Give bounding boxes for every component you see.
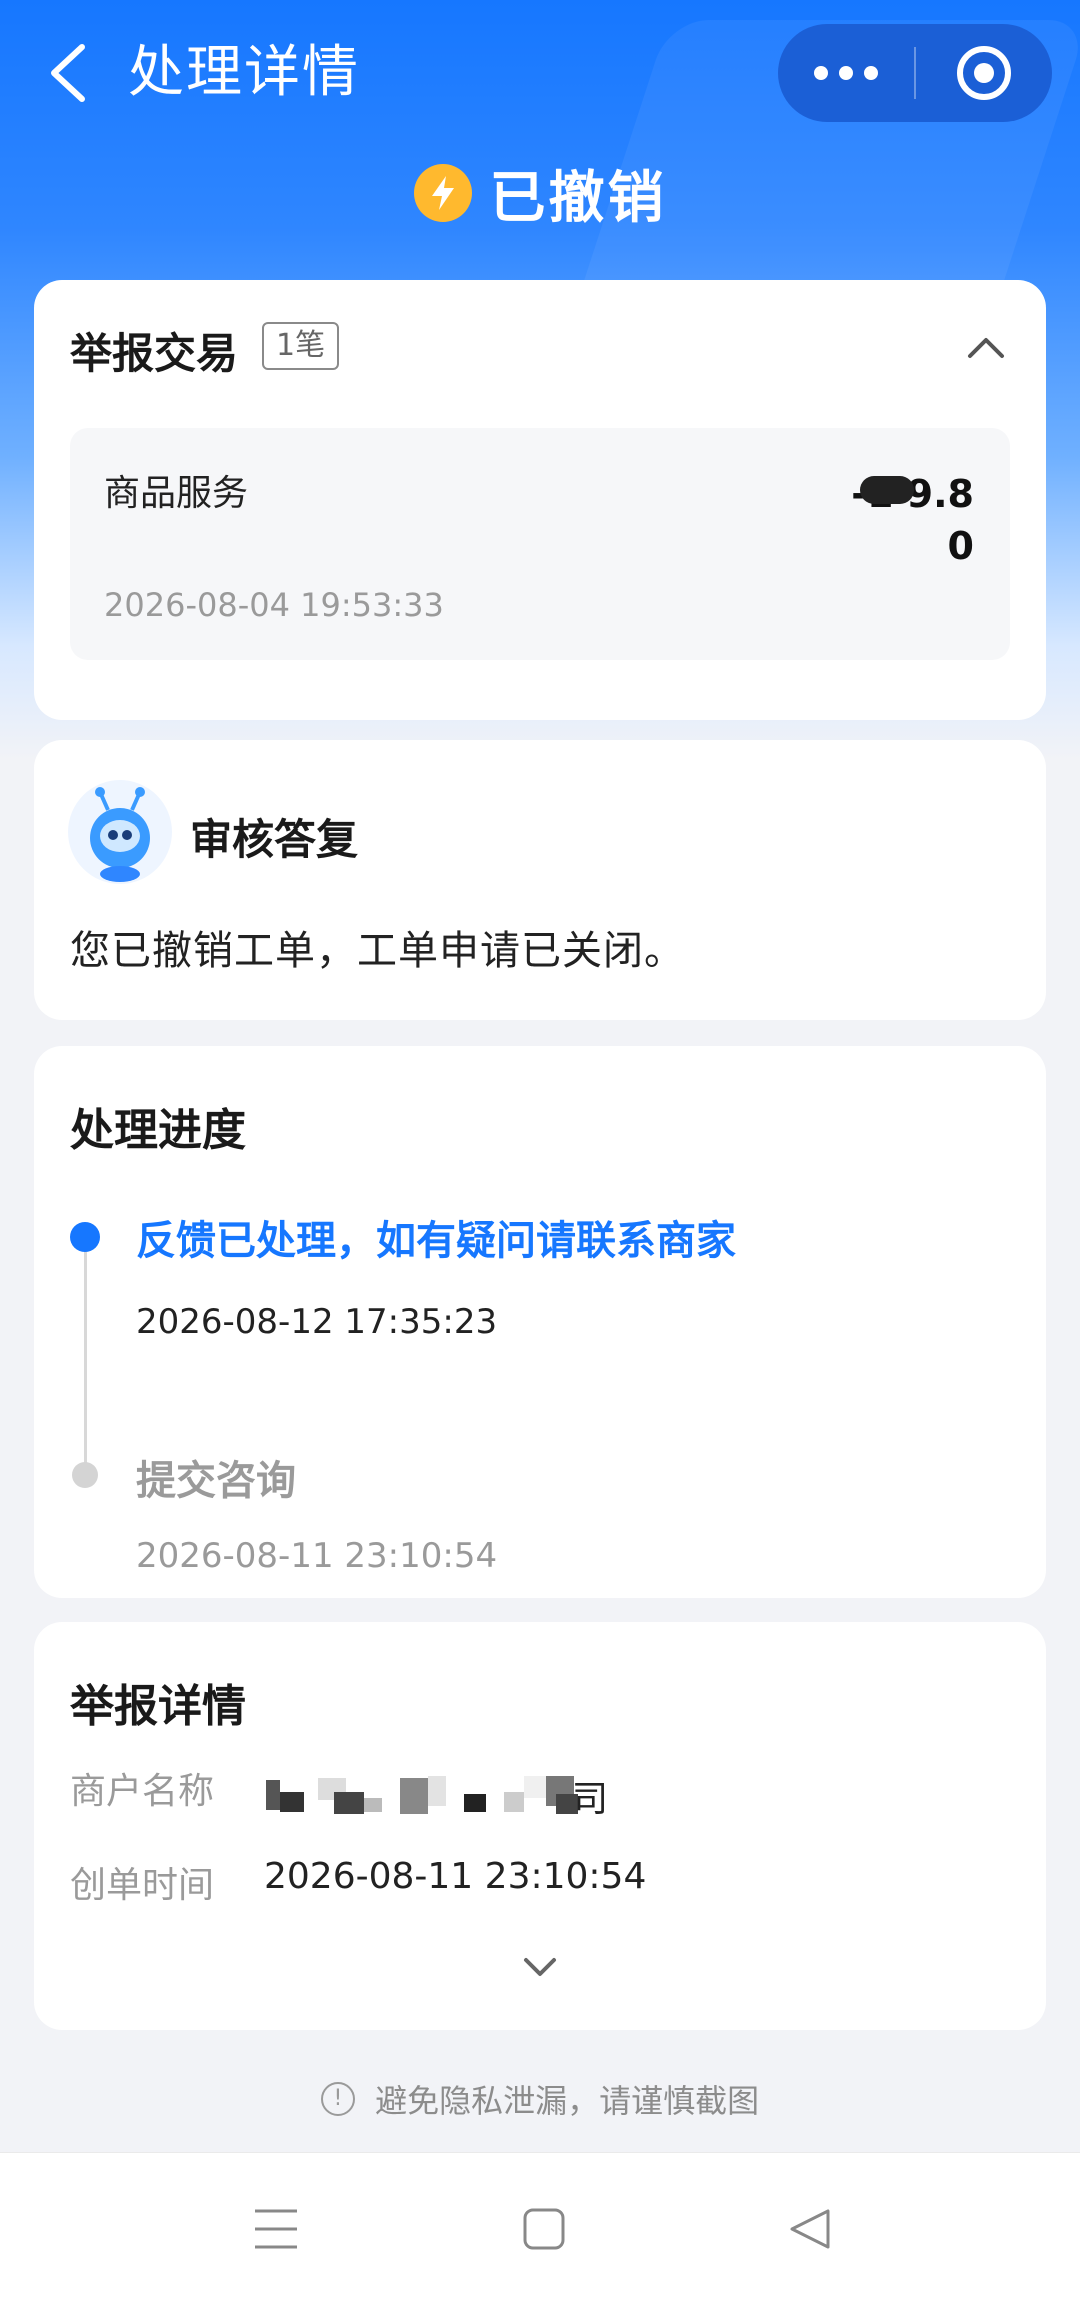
transaction-time: 2026-08-04 19:53:33 (104, 586, 444, 624)
transaction-name: 商品服务 (104, 473, 249, 514)
home-square-icon (523, 2208, 565, 2250)
menu-icon (255, 2209, 297, 2249)
timeline-dot-active (70, 1222, 100, 1252)
triangle-back-icon (790, 2209, 830, 2249)
back-button[interactable] (38, 38, 98, 108)
section-title: 举报详情 (70, 1681, 246, 1732)
merchant-name-tail: 司 (572, 1779, 609, 1820)
timeline-dot (72, 1462, 98, 1488)
recent-apps-button[interactable] (236, 2189, 316, 2269)
expand-button[interactable] (516, 1948, 564, 1988)
progress-card: 处理进度 反馈已处理，如有疑问请联系商家 2026-08-12 17:35:23… (34, 1046, 1046, 1598)
system-nav-bar (0, 2152, 1080, 2299)
timeline-step-time: 2026-08-12 17:35:23 (136, 1302, 498, 1342)
chevron-up-icon (968, 338, 1004, 358)
section-title: 审核答复 (190, 815, 359, 864)
header: 处理详情 (0, 0, 1080, 150)
timeline-line (84, 1236, 87, 1476)
created-time-value: 2026-08-11 23:10:54 (264, 1856, 647, 1897)
review-reply-card: 审核答复 您已撤销工单，工单申请已关闭。 (34, 740, 1046, 1020)
status-text: 已撤销 (489, 165, 667, 231)
more-dots-icon (814, 66, 878, 80)
section-title: 处理进度 (70, 1105, 246, 1156)
close-miniapp-button[interactable] (916, 24, 1052, 122)
section-title: 举报交易 (70, 329, 239, 378)
merchant-name-redacted: 司 (264, 1770, 784, 1822)
miniapp-capsule (778, 24, 1052, 122)
status-banner: 已撤销 (0, 148, 1080, 238)
reply-body: 您已撤销工单，工单申请已关闭。 (70, 928, 685, 974)
page-title: 处理详情 (128, 40, 360, 105)
collapse-button[interactable] (962, 324, 1010, 372)
privacy-text: 避免隐私泄漏，请谨慎截图 (375, 2082, 760, 2120)
chevron-down-icon (524, 1958, 556, 1976)
chevron-left-icon (51, 44, 85, 102)
privacy-notice: ! 避免隐私泄漏，请谨慎截图 (0, 2076, 1080, 2122)
amount-redaction (860, 476, 914, 504)
lightning-icon (413, 164, 472, 222)
count-badge: 1笔 (262, 322, 340, 370)
assistant-avatar (68, 780, 172, 884)
amount-line2: 0 (947, 524, 974, 568)
home-button[interactable] (504, 2189, 584, 2269)
merchant-name-label: 商户名称 (70, 1771, 215, 1812)
transaction-item[interactable]: 商品服务 -1 9.8 0 2026-08-04 19:53:33 (70, 428, 1010, 660)
info-icon: ! (320, 2082, 355, 2116)
timeline-step-label: 提交咨询 (136, 1458, 296, 1504)
back-nav-button[interactable] (770, 2189, 850, 2269)
created-time-label: 创单时间 (70, 1865, 215, 1906)
target-close-icon (957, 46, 1011, 100)
timeline-step-time: 2026-08-11 23:10:54 (136, 1536, 498, 1576)
transaction-amount: -1 9.8 0 (794, 468, 974, 572)
more-button[interactable] (778, 24, 914, 122)
report-transaction-card: 举报交易 1笔 商品服务 -1 9.8 0 2026-08-04 19:53:3… (34, 280, 1046, 720)
timeline-step-label: 反馈已处理，如有疑问请联系商家 (136, 1218, 736, 1264)
report-details-card: 举报详情 商户名称 司 创单时间 2026-08-11 23:10:54 (34, 1622, 1046, 2030)
